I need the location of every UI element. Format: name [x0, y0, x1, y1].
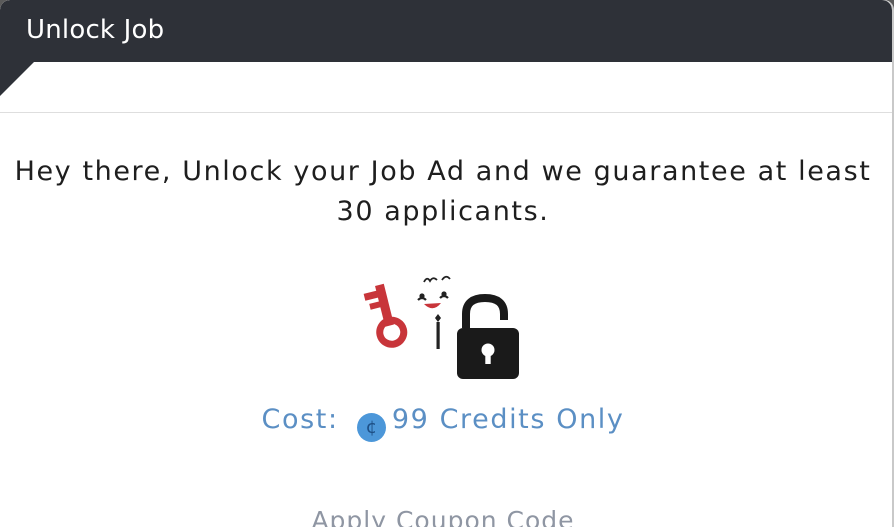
- unlock-illustration: [363, 275, 519, 379]
- cost-label: Cost:: [261, 404, 339, 435]
- mascot-icon: [417, 275, 451, 349]
- padlock-icon: [457, 293, 519, 379]
- cost-line: Cost: ¢ 99 Credits Only: [0, 404, 886, 442]
- header-corner-tab: [0, 62, 34, 96]
- apply-coupon-link[interactable]: Apply Coupon Code: [0, 506, 886, 527]
- header-divider: [0, 112, 892, 113]
- cost-amount: 99 Credits Only: [391, 404, 625, 435]
- key-icon: [363, 283, 408, 348]
- modal-header: Unlock Job: [0, 0, 892, 62]
- unlock-job-modal: Unlock Job Hey there, Unlock your Job Ad…: [0, 0, 894, 527]
- credit-coin-icon: ¢: [356, 413, 386, 442]
- modal-title: Unlock Job: [26, 15, 165, 45]
- unlock-message: Hey there, Unlock your Job Ad and we gua…: [14, 156, 872, 227]
